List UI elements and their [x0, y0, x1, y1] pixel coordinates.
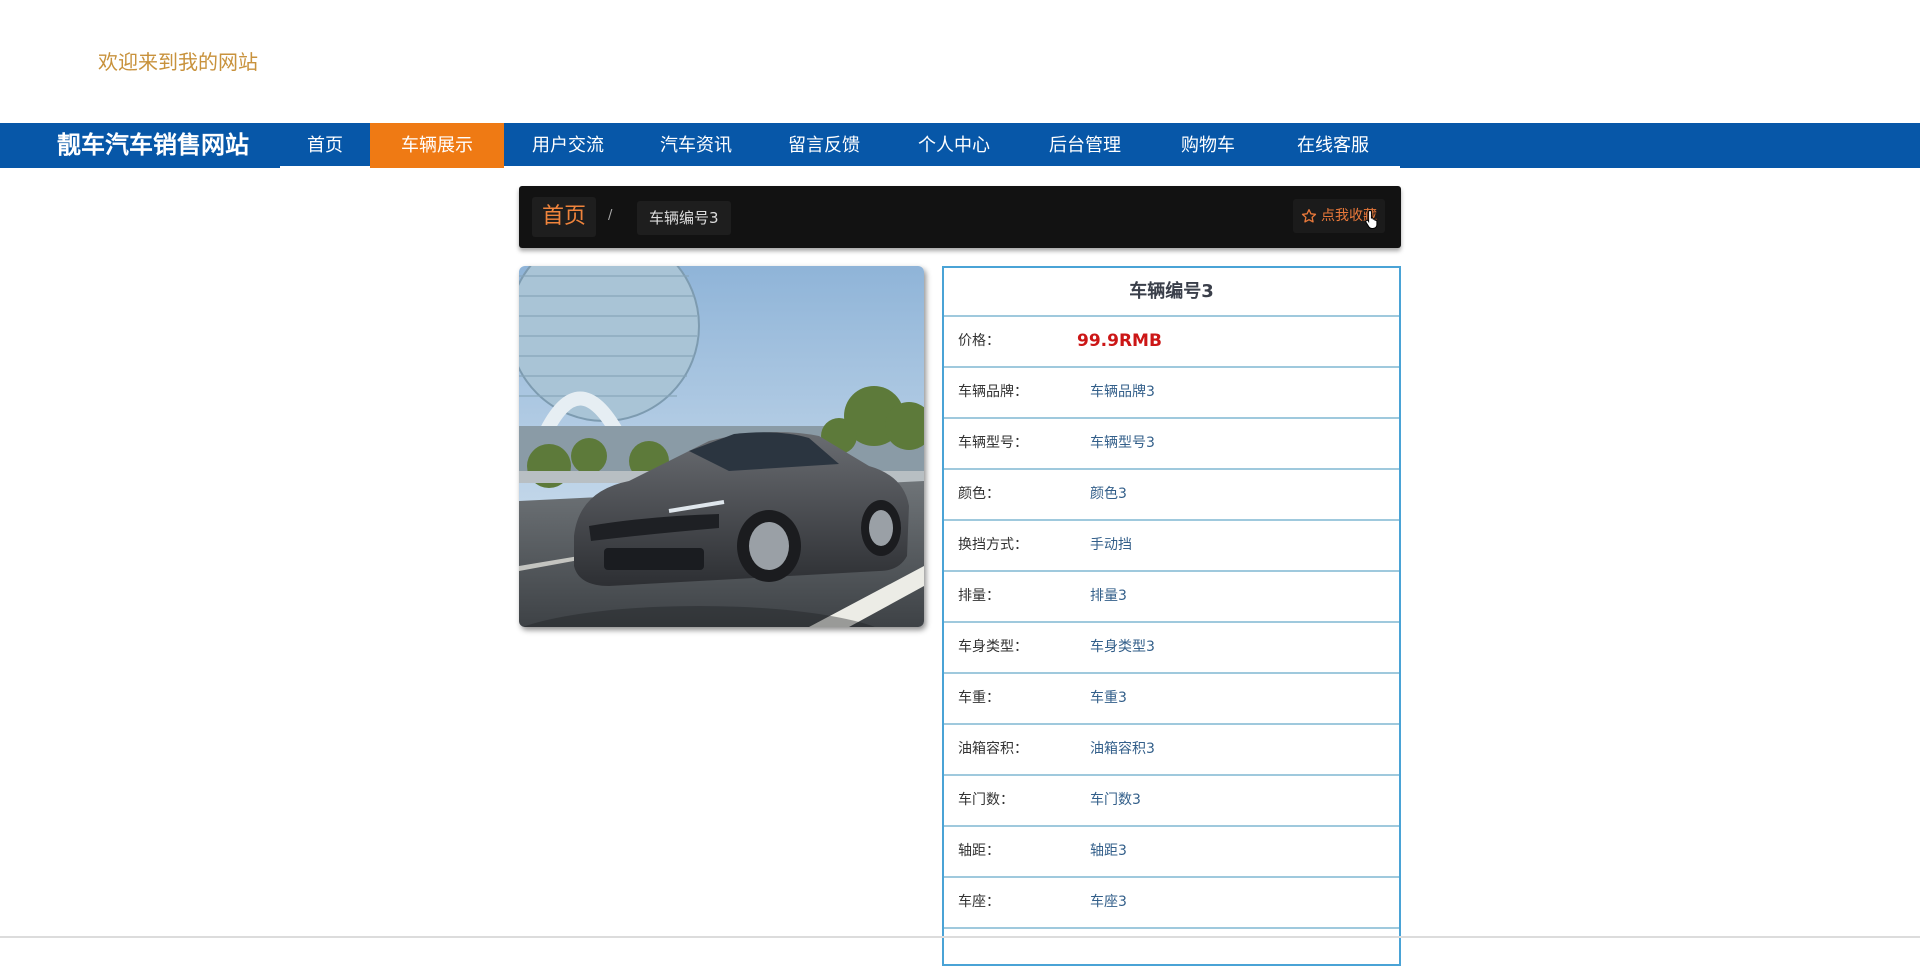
detail-label: 车辆型号： [958, 435, 1028, 451]
detail-label: 轴距： [958, 843, 1000, 859]
detail-value: 手动挡 [1090, 537, 1132, 553]
nav-item-online-service[interactable]: 在线客服 [1266, 123, 1400, 168]
detail-value: 车重3 [1090, 690, 1127, 706]
nav-item-community[interactable]: 用户交流 [504, 123, 632, 168]
car-image [519, 266, 924, 627]
detail-row-model: 车辆型号： 车辆型号3 [944, 419, 1399, 470]
detail-value: 车门数3 [1090, 792, 1141, 808]
detail-label: 颜色： [958, 486, 1000, 502]
breadcrumb: 首页 / 车辆编号3 点我收藏 [519, 186, 1401, 248]
detail-label: 价格： [958, 333, 1000, 349]
detail-value: 油箱容积3 [1090, 741, 1155, 757]
detail-row-color: 颜色： 颜色3 [944, 470, 1399, 521]
detail-row-price: 价格： 99.9RMB [944, 317, 1399, 368]
detail-row-doors: 车门数： 车门数3 [944, 776, 1399, 827]
detail-label: 车辆品牌： [958, 384, 1028, 400]
hand-pointer-icon [1365, 209, 1378, 229]
nav-item-vehicles[interactable]: 车辆展示 [370, 123, 504, 168]
price-value: 99.9RMB [1077, 331, 1162, 351]
nav-item-admin[interactable]: 后台管理 [1020, 123, 1150, 168]
breadcrumb-current: 车辆编号3 [637, 201, 731, 235]
breadcrumb-home-link[interactable]: 首页 [532, 197, 597, 237]
detail-value: 车辆型号3 [1090, 435, 1155, 451]
nav-item-cart[interactable]: 购物车 [1150, 123, 1266, 168]
vehicle-title: 车辆编号3 [944, 268, 1399, 317]
detail-row-seats: 车座： 车座3 [944, 878, 1399, 929]
detail-row-weight: 车重： 车重3 [944, 674, 1399, 725]
nav-item-home[interactable]: 首页 [280, 123, 370, 168]
detail-label: 车身类型： [958, 639, 1028, 655]
detail-value: 排量3 [1090, 588, 1127, 604]
vehicle-photo [519, 266, 924, 627]
nav-item-news[interactable]: 汽车资讯 [632, 123, 760, 168]
nav-item-profile[interactable]: 个人中心 [888, 123, 1020, 168]
vehicle-details-panel: 车辆编号3 价格： 99.9RMB 车辆品牌： 车辆品牌3 车辆型号： 车辆型号… [942, 266, 1401, 966]
detail-label: 排量： [958, 588, 1000, 604]
detail-label: 车门数： [958, 792, 1014, 808]
nav-menu: 首页 车辆展示 用户交流 汽车资讯 留言反馈 个人中心 后台管理 购物车 在线客… [280, 123, 1400, 168]
nav-item-feedback[interactable]: 留言反馈 [760, 123, 888, 168]
detail-row-body-type: 车身类型： 车身类型3 [944, 623, 1399, 674]
detail-row-transmission: 换挡方式： 手动挡 [944, 521, 1399, 572]
detail-label: 车座： [958, 894, 1000, 910]
breadcrumb-separator: / [608, 208, 613, 223]
detail-value: 车身类型3 [1090, 639, 1155, 655]
detail-value: 轴距3 [1090, 843, 1127, 859]
detail-label: 车重： [958, 690, 1000, 706]
detail-row-brand: 车辆品牌： 车辆品牌3 [944, 368, 1399, 419]
main-navbar: 靓车汽车销售网站 首页 车辆展示 用户交流 汽车资讯 留言反馈 个人中心 后台管… [0, 123, 1920, 168]
welcome-text: 欢迎来到我的网站 [98, 50, 258, 74]
detail-row-fuel-tank: 油箱容积： 油箱容积3 [944, 725, 1399, 776]
star-icon [1301, 209, 1317, 223]
detail-label: 换挡方式： [958, 537, 1028, 553]
detail-value: 颜色3 [1090, 486, 1127, 502]
detail-row-displacement: 排量： 排量3 [944, 572, 1399, 623]
detail-label: 油箱容积： [958, 741, 1028, 757]
detail-value: 车座3 [1090, 894, 1127, 910]
site-brand[interactable]: 靓车汽车销售网站 [57, 123, 249, 168]
detail-value: 车辆品牌3 [1090, 384, 1155, 400]
detail-row-wheelbase: 轴距： 轴距3 [944, 827, 1399, 878]
